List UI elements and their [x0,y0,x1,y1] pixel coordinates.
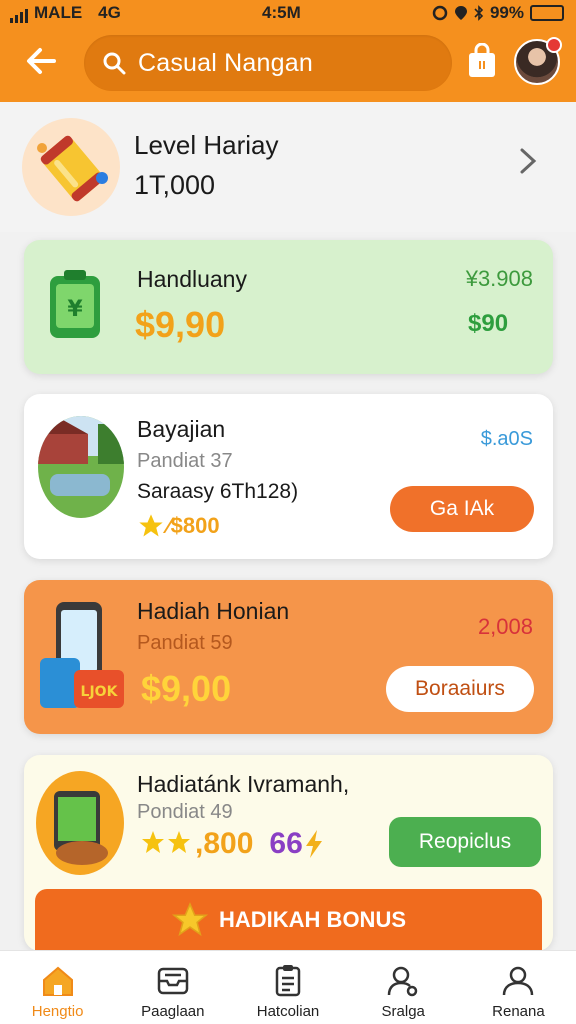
battery-icon [530,5,564,21]
stars-icon [142,831,190,853]
network-type: 4G [98,3,121,22]
reward-card-bayajian[interactable]: Bayajian Pandiat 37 Saraasy 6Th128) ⁄$80… [24,394,553,559]
card-title: Handluany [137,266,247,292]
reward-card-handluany[interactable]: ¥ Handluany $9,90 ¥3.908 $90 [24,240,553,374]
notification-dot [546,37,562,53]
card-subtitle: Pandiat 59 [137,632,233,654]
nav-item-search-user[interactable]: Sralga [346,951,461,1024]
back-arrow-icon[interactable] [24,44,58,78]
level-icon [22,118,120,216]
search-text: Casual Nangan [138,48,313,77]
reward-card-hadiatank[interactable]: Hadiatánk Ivramanh, Pondiat 49 ,800 66 R… [24,755,553,951]
lightning-icon [305,830,322,858]
card-subtitle: Pondiat 49 [137,801,233,823]
resort-photo [38,416,124,518]
bonus-button[interactable]: HADIKAH BONUS [35,889,542,951]
shopping-bag-icon[interactable] [466,43,498,79]
avatar[interactable] [514,37,562,85]
nav-item-home[interactable]: Hengtio [0,951,115,1024]
status-time: 4:5M [262,3,301,22]
card-corner-value: $.a0S [480,428,533,450]
card-price: $9,00 [141,668,232,709]
reward-card-hadiah-honian[interactable]: LJOK Hadiah Honian Pandiat 59 $9,00 2,00… [24,580,553,734]
card-corner-value: 2,008 [477,614,533,639]
star-icon [171,902,209,937]
carrier-name: MALE [34,3,83,22]
card-price: $9,90 [135,304,226,345]
nav-item-inbox[interactable]: Paaglaan [115,951,230,1024]
level-row[interactable]: Level Hariay 1T,000 [0,102,576,232]
search-bar[interactable]: Casual Nangan [84,35,452,91]
svg-text:¥: ¥ [67,297,83,322]
bluetooth-icon [474,5,484,21]
nav-item-clipboard[interactable]: Hatcolian [230,951,345,1024]
signal-icon [10,9,28,23]
user-search-icon [387,966,418,997]
card-rating: ,800 66 [139,827,325,861]
alarm-icon [432,5,448,21]
chevron-right-icon[interactable] [516,146,540,176]
card-title: Hadiatánk Ivramanh, [137,771,350,797]
voucher-icon: ¥ [46,268,104,342]
home-icon [42,966,73,996]
card-detail: Saraasy 6Th128) [137,480,299,503]
level-amount: 1T,000 [134,170,216,200]
search-icon [103,52,126,75]
card-corner-value: ¥3.908 [465,266,533,291]
status-bar: MALE 4G 4:5M 99% [0,0,576,26]
card-title: Bayajian [137,416,226,442]
card-action-button[interactable]: Boraaiurs [386,666,534,712]
card-rating: ⁄$800 [137,512,220,540]
wallet-gift-icon [36,771,124,875]
svg-text:LJOK: LJOK [81,684,119,700]
clipboard-icon [275,965,301,997]
card-subtitle: Pandiat 37 [137,450,233,472]
card-action-button[interactable]: Reopiclus [389,817,541,867]
level-title: Level Hariay [134,130,279,160]
star-icon [139,514,163,537]
location-icon [454,6,467,20]
nav-item-profile[interactable]: Renana [461,951,576,1024]
phone-gift-icon: LJOK [36,598,128,714]
card-title: Hadiah Honian [137,598,290,624]
bottom-nav: Hengtio Paaglaan Hatcolian Sralga Renana [0,950,576,1024]
card-badge: $90 [468,310,509,337]
app-header: MALE 4G 4:5M 99% Casual Nangan [0,0,576,102]
battery-percent: 99% [489,3,524,22]
profile-icon [503,966,534,996]
card-action-button[interactable]: Ga IAk [390,486,534,532]
inbox-icon [157,967,189,995]
